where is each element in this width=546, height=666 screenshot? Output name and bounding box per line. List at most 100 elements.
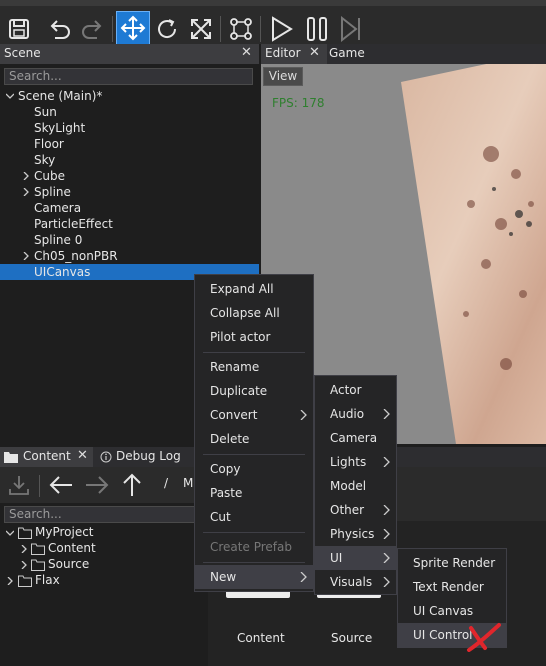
menu-item-convert[interactable]: Convert: [195, 403, 313, 427]
scene-tree-item[interactable]: Cube: [0, 168, 259, 184]
tree-item-label: Content: [48, 541, 96, 555]
step-icon[interactable]: [336, 14, 366, 44]
scene-tree-item-label: Spline: [34, 185, 71, 199]
menu-item-paste[interactable]: Paste: [195, 481, 313, 505]
chevron-down-icon[interactable]: [6, 92, 14, 100]
toolbar-separator: [39, 475, 40, 497]
chevron-right-icon[interactable]: [22, 172, 30, 180]
undo-icon[interactable]: [44, 14, 74, 44]
tree-root-label: Scene (Main)*: [18, 89, 103, 103]
close-icon[interactable]: ✕: [77, 448, 88, 463]
folder-icon: [18, 575, 32, 587]
chevron-right-icon: [300, 572, 307, 582]
tree-item-myproject[interactable]: MyProject: [0, 525, 206, 541]
scene-tree-item[interactable]: Camera: [0, 200, 259, 216]
scene-tree-item[interactable]: Sun: [0, 104, 259, 120]
context-menu: Expand All Collapse All Pilot actor Rena…: [194, 274, 314, 592]
scale-gizmo-icon[interactable]: [186, 14, 216, 44]
menu-item-delete[interactable]: Delete: [195, 427, 313, 451]
scene-tree-item[interactable]: Spline: [0, 184, 259, 200]
menu-item-cut[interactable]: Cut: [195, 505, 313, 529]
chevron-right-icon[interactable]: [22, 188, 30, 196]
play-icon[interactable]: [266, 14, 296, 44]
tab-content[interactable]: Content ✕: [0, 447, 93, 467]
chevron-right-icon[interactable]: [20, 545, 28, 553]
menu-item-actor[interactable]: Actor: [315, 378, 396, 402]
fps-counter: FPS: 178: [272, 96, 325, 110]
menu-item-collapse-all[interactable]: Collapse All: [195, 301, 313, 325]
tree-item-content[interactable]: Content: [0, 541, 206, 557]
menu-item-duplicate[interactable]: Duplicate: [195, 379, 313, 403]
menu-item-sprite-render[interactable]: Sprite Render: [398, 551, 506, 575]
tab-game-label: Game: [329, 46, 365, 60]
scene-tree-item[interactable]: ParticleEffect: [0, 216, 259, 232]
view-button[interactable]: View: [263, 67, 303, 86]
menu-item-expand-all[interactable]: Expand All: [195, 277, 313, 301]
menu-item-visuals[interactable]: Visuals: [315, 570, 396, 594]
chevron-right-icon[interactable]: [20, 561, 28, 569]
menu-item-audio[interactable]: Audio: [315, 402, 396, 426]
close-icon[interactable]: ✕: [241, 45, 252, 60]
scene-tree-item[interactable]: SkyLight: [0, 120, 259, 136]
forward-arrow-icon[interactable]: [84, 474, 110, 496]
node-graph-icon[interactable]: [226, 14, 256, 44]
chevron-right-icon: [383, 577, 390, 587]
chevron-right-icon: [383, 409, 390, 419]
menu-item-label: Other: [330, 503, 365, 517]
scene-tree-item[interactable]: Floor: [0, 136, 259, 152]
menu-item-ui-canvas[interactable]: UI Canvas: [398, 599, 506, 623]
tree-root[interactable]: Scene (Main)*: [0, 88, 259, 104]
up-arrow-icon[interactable]: [121, 472, 143, 498]
menu-item-create-prefab[interactable]: Create Prefab: [195, 535, 313, 559]
toolbar-separator: [220, 16, 221, 42]
menu-item-copy[interactable]: Copy: [195, 457, 313, 481]
path-segment[interactable]: M: [183, 476, 193, 490]
tree-item-source[interactable]: Source: [0, 557, 206, 573]
content-search-input[interactable]: Search...: [4, 506, 202, 523]
menu-item-new[interactable]: New: [195, 565, 313, 589]
menu-item-physics[interactable]: Physics: [315, 522, 396, 546]
tree-item-label: Flax: [35, 573, 60, 587]
scene-tab[interactable]: Scene ✕: [0, 44, 259, 64]
tab-content-label: Content: [23, 449, 71, 463]
menu-item-label: Audio: [330, 407, 365, 421]
save-icon[interactable]: [4, 14, 34, 44]
back-arrow-icon[interactable]: [48, 474, 74, 496]
pause-icon[interactable]: [302, 14, 332, 44]
folder-icon: [18, 527, 32, 539]
rotate-gizmo-icon[interactable]: [152, 14, 182, 44]
menu-item-other[interactable]: Other: [315, 498, 396, 522]
import-icon[interactable]: [8, 474, 30, 496]
folder-icon: [31, 559, 45, 571]
scene-tree-item[interactable]: Ch05_nonPBR: [0, 248, 259, 264]
tab-editor[interactable]: Editor ✕: [261, 44, 327, 64]
chevron-right-icon[interactable]: [22, 252, 30, 260]
path-separator: /: [164, 476, 169, 490]
content-item-label[interactable]: Content: [237, 631, 285, 645]
menu-item-ui[interactable]: UI: [315, 546, 396, 570]
scene-title: Scene: [4, 46, 41, 60]
folder-icon: [4, 452, 18, 463]
menu-item-rename[interactable]: Rename: [195, 355, 313, 379]
translate-gizmo-icon[interactable]: [116, 11, 150, 45]
menu-item-text-render[interactable]: Text Render: [398, 575, 506, 599]
scene-search-input[interactable]: Search...: [4, 68, 253, 85]
chevron-right-icon[interactable]: [6, 577, 14, 585]
search-placeholder: Search...: [9, 69, 62, 83]
chevron-right-icon: [383, 553, 390, 563]
tree-item-flax[interactable]: Flax: [0, 573, 206, 589]
chevron-down-icon[interactable]: [6, 529, 14, 537]
close-icon[interactable]: ✕: [309, 45, 320, 60]
tree-item-label: MyProject: [35, 525, 94, 539]
toolbar-separator: [112, 16, 113, 42]
content-item-label[interactable]: Source: [331, 631, 372, 645]
menu-item-camera[interactable]: Camera: [315, 426, 396, 450]
menu-item-pilot-actor[interactable]: Pilot actor: [195, 325, 313, 349]
scene-tree-item-label: Camera: [34, 201, 82, 215]
scene-tree-item[interactable]: Sky: [0, 152, 259, 168]
scene-tree-item[interactable]: Spline 0: [0, 232, 259, 248]
redo-icon[interactable]: [78, 14, 108, 44]
menu-separator: [203, 454, 305, 455]
menu-item-model[interactable]: Model: [315, 474, 396, 498]
menu-item-lights[interactable]: Lights: [315, 450, 396, 474]
